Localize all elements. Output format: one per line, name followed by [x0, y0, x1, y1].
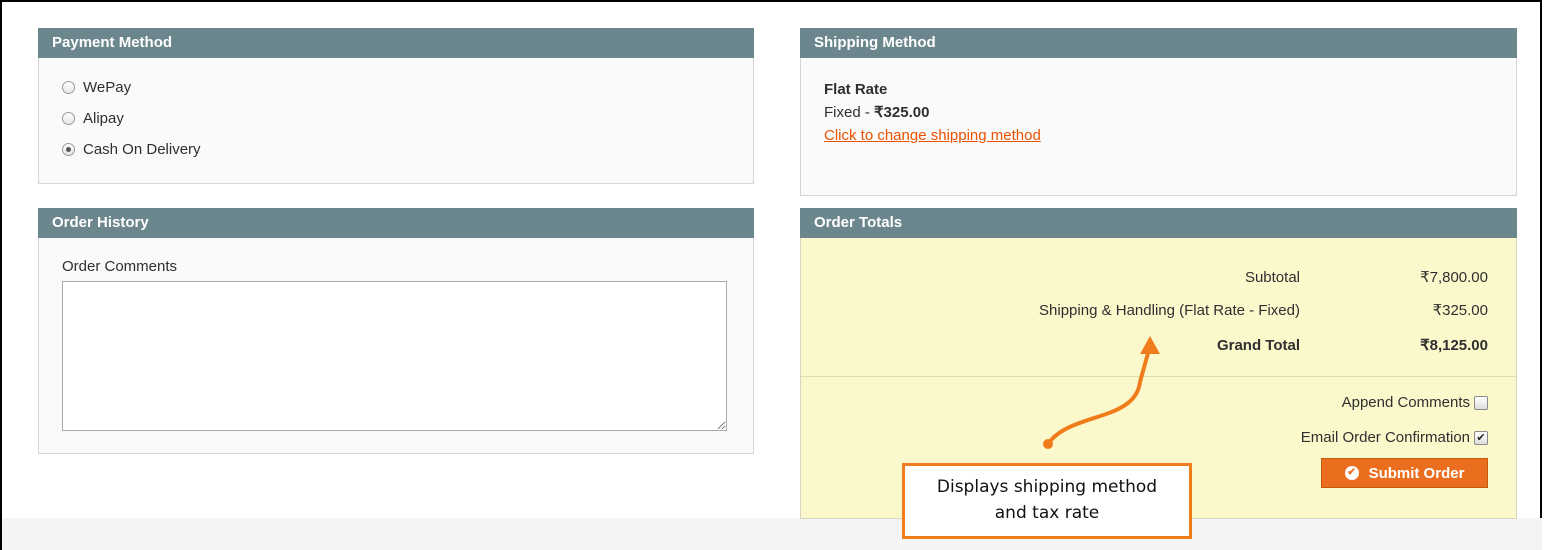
totals-label: Subtotal [1244, 269, 1300, 286]
annotation-callout: Displays shipping method and tax rate [902, 463, 1192, 539]
email-confirmation-row[interactable]: Email Order Confirmation ✔ [1301, 429, 1488, 447]
shipping-method-name: Flat Rate [824, 81, 888, 98]
totals-value: ₹325.00 [1432, 302, 1488, 319]
payment-option-label: Cash On Delivery [83, 141, 201, 158]
payment-option-alipay[interactable]: Alipay [62, 103, 753, 134]
annotation-text-line1: Displays shipping method [936, 477, 1158, 497]
payment-option-wepay[interactable]: WePay [62, 72, 753, 103]
payment-option-cash-on-delivery[interactable]: Cash On Delivery [62, 134, 753, 165]
radio-button[interactable] [62, 112, 75, 125]
shipping-method-price: ₹325.00 [874, 104, 930, 121]
totals-value: ₹7,800.00 [1420, 269, 1488, 286]
append-comments-label: Append Comments [1341, 394, 1470, 411]
change-shipping-method-link[interactable]: Click to change shipping method [824, 124, 1516, 147]
radio-button[interactable] [62, 81, 75, 94]
annotation-text-line2: and tax rate [994, 503, 1100, 523]
totals-label: Grand Total [1216, 337, 1300, 354]
totals-row-shipping: Shipping & Handling (Flat Rate - Fixed) … [801, 301, 1516, 321]
totals-row-subtotal: Subtotal ₹7,800.00 [801, 268, 1516, 288]
email-confirmation-checkbox[interactable]: ✔ [1474, 431, 1488, 445]
payment-method-section: Payment Method WePay Alipay Cash On Deli… [38, 28, 754, 184]
submit-order-button[interactable]: ✔ Submit Order [1321, 458, 1488, 488]
order-history-title: Order History [38, 208, 754, 238]
radio-button-selected[interactable] [62, 143, 75, 156]
shipping-method-title: Shipping Method [800, 28, 1517, 58]
order-totals-title: Order Totals [800, 208, 1517, 238]
annotation-arrow-tail-dot [1043, 439, 1053, 449]
order-comments-label: Order Comments [62, 258, 178, 275]
order-comments-textarea[interactable] [62, 281, 727, 431]
shipping-method-detail: Fixed - ₹325.00 [824, 101, 1516, 124]
payment-option-label: Alipay [83, 110, 124, 127]
payment-method-body: WePay Alipay Cash On Delivery [38, 58, 754, 184]
totals-label: Shipping & Handling (Flat Rate - Fixed) [1039, 302, 1300, 319]
order-history-body: Order Comments [38, 238, 754, 454]
append-comments-row[interactable]: Append Comments [1342, 394, 1488, 412]
append-comments-checkbox[interactable] [1474, 396, 1488, 410]
submit-order-label: Submit Order [1368, 464, 1465, 482]
payment-option-label: WePay [83, 79, 132, 96]
annotation-arrow-head [1140, 336, 1160, 354]
page-footer-strip [2, 518, 1542, 550]
shipping-method-section: Shipping Method Flat Rate Fixed - ₹325.0… [800, 28, 1517, 196]
order-history-section: Order History Order Comments [38, 208, 754, 454]
annotation-arrow-line [1046, 344, 1152, 446]
check-circle-icon: ✔ [1344, 466, 1359, 480]
shipping-method-body: Flat Rate Fixed - ₹325.00 Click to chang… [800, 58, 1517, 196]
email-confirmation-label: Email Order Confirmation [1300, 429, 1470, 446]
annotation-arrow [1043, 336, 1160, 449]
shipping-method-type: Fixed - [824, 104, 875, 121]
payment-method-title: Payment Method [38, 28, 754, 58]
totals-value: ₹8,125.00 [1420, 337, 1488, 354]
